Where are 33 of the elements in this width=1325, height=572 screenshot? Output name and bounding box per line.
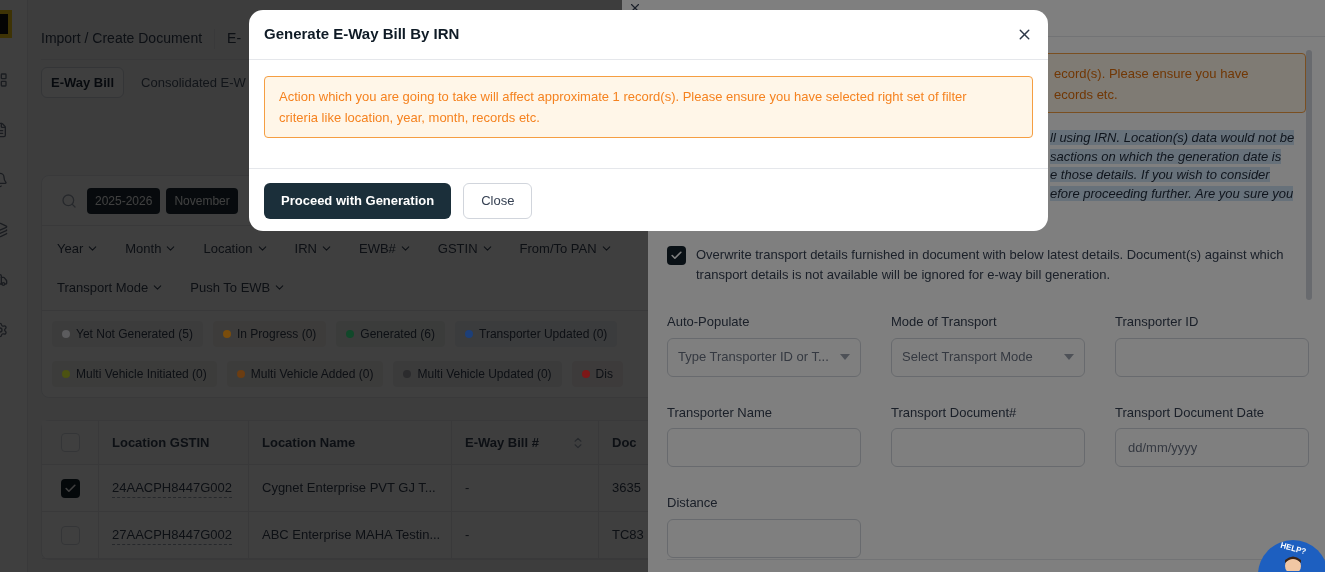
select-field[interactable]: Type Transporter ID or T... bbox=[667, 337, 861, 377]
input-field[interactable]: dd/mm/yyyy bbox=[1115, 428, 1309, 467]
field-label: Mode of Transport bbox=[891, 313, 998, 331]
search-icon[interactable] bbox=[61, 192, 77, 209]
field-label: Transporter Name bbox=[667, 403, 773, 422]
check-icon bbox=[670, 249, 683, 262]
checkbox[interactable] bbox=[667, 246, 686, 265]
check-icon bbox=[63, 481, 77, 495]
table-cell-text: - bbox=[465, 479, 470, 498]
logo-icon[interactable] bbox=[0, 10, 12, 38]
field-label: Transport Document# bbox=[891, 403, 1018, 422]
overwrite-label: Overwrite transport details furnished in document with below latest details. Document(s) against which transport details is not available will be ignored for e-way bill generation. bbox=[696, 246, 1285, 284]
caret-icon bbox=[1064, 354, 1074, 360]
field-label: Auto-Populate bbox=[667, 313, 751, 331]
caret-icon bbox=[840, 354, 850, 360]
person-icon bbox=[1282, 555, 1304, 571]
info-text: efore proceeding further. Are you sure you bbox=[1050, 185, 1294, 201]
proceed-button[interactable]: Proceed with Generation bbox=[264, 183, 452, 219]
checkbox[interactable] bbox=[60, 478, 80, 498]
select-field[interactable]: Select Transport Mode bbox=[891, 337, 1085, 377]
table-cell-text: - bbox=[465, 526, 470, 545]
warning-text: ecords etc. bbox=[1054, 86, 1119, 104]
info-text: e those details. If you wish to consider bbox=[1050, 167, 1270, 182]
field-label: Transport Document Date bbox=[1115, 403, 1266, 422]
info-text: sactions on which the generation date is bbox=[1050, 148, 1282, 164]
warning-text: ecord(s). Please ensure you have bbox=[1054, 65, 1250, 83]
modal-title: Generate E-Way Bill By IRN bbox=[264, 24, 460, 45]
field-label: Transporter ID bbox=[1115, 313, 1200, 331]
field-label: Distance bbox=[667, 494, 719, 512]
info-text: ll using IRN. Location(s) data would not be bbox=[1050, 130, 1295, 145]
tab[interactable]: E-Way Bill bbox=[41, 67, 125, 98]
close-button[interactable]: Close bbox=[463, 183, 533, 219]
warning-message: Action which you are going to take will affect approximate 1 record(s). Please ensure you have selected right set of filter criteria like location, year, month, records etc. bbox=[264, 76, 1033, 138]
